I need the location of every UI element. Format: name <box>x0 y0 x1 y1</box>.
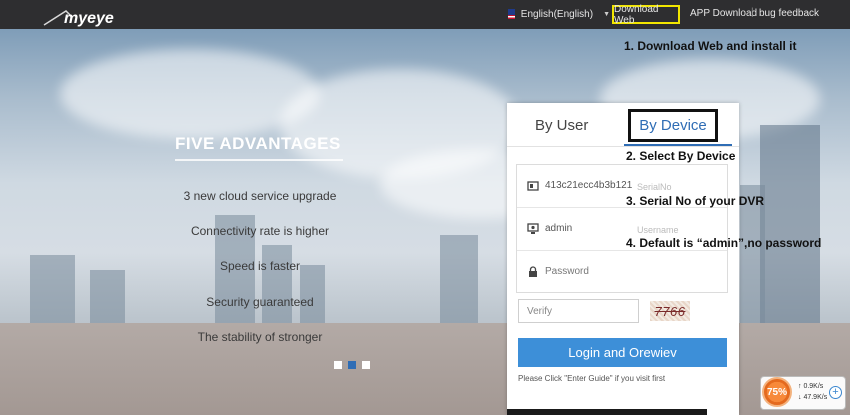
username-placeholder: Username <box>637 225 679 235</box>
advantage-item: The stability of stronger <box>197 330 323 344</box>
tab-divider <box>507 146 739 147</box>
download-speed: ↓ 47.9K/s <box>798 394 828 401</box>
advantage-item: Speed is faster <box>219 259 301 273</box>
app-download-link[interactable]: APP Download <box>690 8 757 19</box>
login-form: 413c21ecc4b3b121 SerialNo admin Username… <box>516 164 728 293</box>
speed-gauge: 75% <box>762 377 792 407</box>
svg-text:myeye: myeye <box>64 10 114 27</box>
advantage-item: 3 new cloud service upgrade <box>183 189 337 203</box>
language-label: English(English) <box>520 8 594 20</box>
verify-input[interactable]: Verify <box>518 299 639 323</box>
language-select[interactable]: English(English) ▼ <box>500 3 610 25</box>
advantages-title: FIVE ADVANTAGES <box>175 134 341 153</box>
top-bar: myeye English(English) ▼ Download Web AP… <box>0 0 850 29</box>
title-underline <box>175 159 343 161</box>
tab-by-user[interactable]: By User <box>535 117 588 134</box>
captcha-image[interactable]: 7766 <box>650 301 690 321</box>
device-icon <box>527 181 539 191</box>
myeye-logo[interactable]: myeye <box>42 3 132 27</box>
carousel-dot[interactable] <box>362 361 370 369</box>
download-speed-value: 47.9K/s <box>803 394 828 401</box>
panel-bottom-bar <box>507 409 707 415</box>
advantage-item: Security guaranteed <box>206 295 314 309</box>
login-button[interactable]: Login and Orewiev <box>518 338 727 367</box>
annotation-step-2: 2. Select By Device <box>626 149 736 163</box>
upload-speed: ↑ 0.9K/s <box>798 383 824 390</box>
carousel-dot-active[interactable] <box>348 361 356 369</box>
password-placeholder: Password <box>545 266 589 277</box>
annotation-step-1: 1. Download Web and install it <box>624 39 797 53</box>
username-value: admin <box>545 223 573 234</box>
bug-feedback-link[interactable]: bug feedback <box>759 8 819 19</box>
serial-number-placeholder: SerialNo <box>637 182 672 192</box>
lock-icon <box>529 266 537 277</box>
upload-speed-value: 0.9K/s <box>803 383 824 390</box>
carousel-dot[interactable] <box>334 361 342 369</box>
plus-icon[interactable]: + <box>829 386 842 399</box>
annotation-step-3: 3. Serial No of your DVR <box>626 194 765 208</box>
link-separator: | <box>751 7 754 18</box>
download-web-link[interactable]: Download Web <box>612 4 680 26</box>
password-field[interactable]: Password <box>517 251 727 293</box>
serial-number-value: 413c21ecc4b3b121 <box>545 180 633 191</box>
monitor-icon <box>527 223 539 234</box>
us-flag-icon <box>508 9 515 19</box>
advantage-item: Connectivity rate is higher <box>190 224 330 238</box>
tab-by-device[interactable]: By Device <box>628 109 718 142</box>
annotation-step-4: 4. Default is “admin”,no password <box>626 236 822 250</box>
caret-down-icon: ▼ <box>603 10 610 18</box>
guide-text: Please Click "Enter Guide" if you visit … <box>518 374 666 383</box>
